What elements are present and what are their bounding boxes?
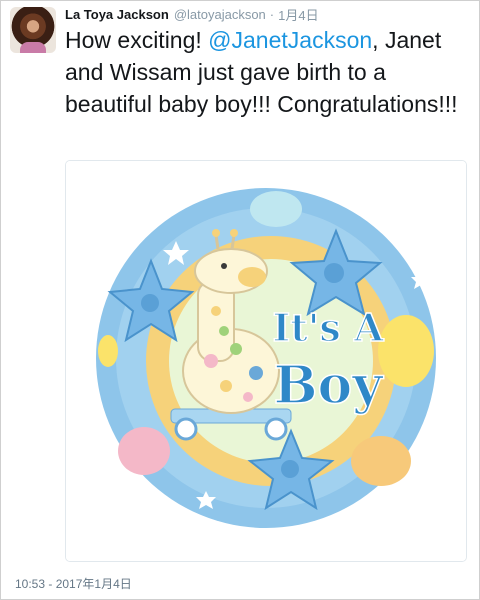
avatar[interactable] <box>10 7 56 53</box>
tweet-card: La Toya Jackson @latoyajackson · 1月4日 Ho… <box>0 0 480 600</box>
mention-link[interactable]: @JanetJackson <box>208 27 372 53</box>
tweet-date[interactable]: 1月4日 <box>278 5 318 24</box>
mint-dot <box>250 191 302 227</box>
tweet-header: La Toya Jackson @latoyajackson · 1月4日 <box>65 5 319 23</box>
yellow-dot <box>378 315 434 387</box>
orange-dot <box>351 436 411 486</box>
tweet-photo[interactable]: It's A Boy <box>65 160 467 562</box>
balloon-image: It's A Boy <box>66 161 466 561</box>
tweet-text: How exciting! @JanetJackson, Janet and W… <box>65 24 475 120</box>
balloon-text-its-a: It's A <box>272 305 384 350</box>
author-name[interactable]: La Toya Jackson <box>65 7 169 22</box>
pink-dot <box>118 427 170 475</box>
tweet-timestamp[interactable]: 10:53 - 2017年1月4日 <box>15 575 132 592</box>
header-separator: · <box>269 6 275 22</box>
balloon-text-boy: Boy <box>274 355 385 416</box>
tweet-text-start: How exciting! <box>65 27 209 53</box>
author-handle[interactable]: @latoyajackson <box>174 7 266 22</box>
